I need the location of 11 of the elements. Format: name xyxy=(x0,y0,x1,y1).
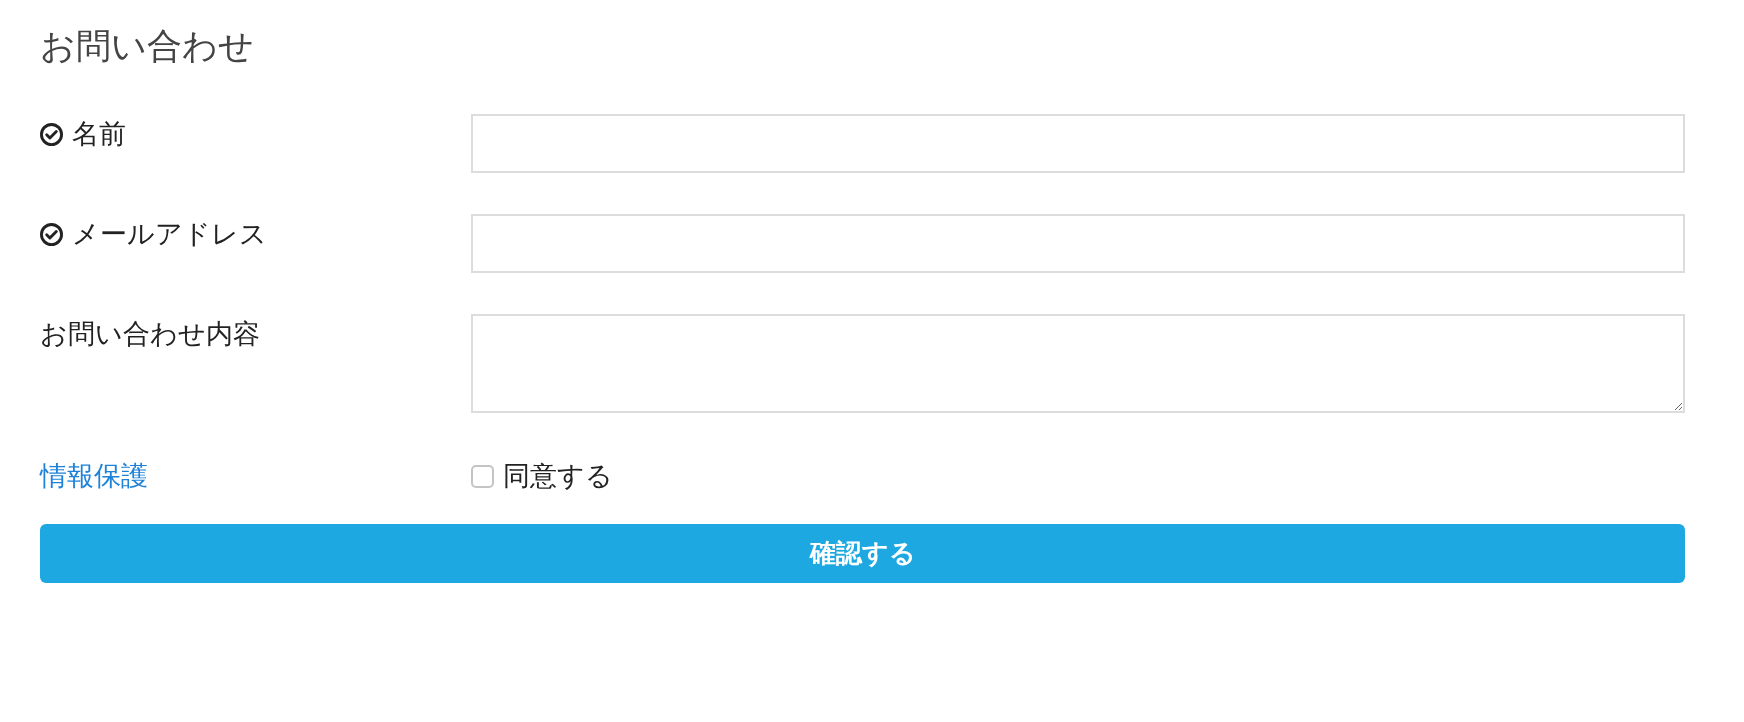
checkbox-label: 同意する xyxy=(503,460,613,493)
field-label: お問い合わせ内容 xyxy=(40,318,260,351)
textarea-field[interactable] xyxy=(471,314,1685,413)
confirm-button[interactable]: 確認する xyxy=(40,524,1685,583)
form-title: お問い合わせ xyxy=(40,25,255,67)
privacy-link[interactable]: 情報保護 xyxy=(40,456,148,496)
agree-checkbox[interactable] xyxy=(471,464,494,488)
field-label: 名前 xyxy=(72,118,126,151)
text-field[interactable] xyxy=(471,114,1685,173)
text-field[interactable] xyxy=(471,214,1685,273)
field-label: メールアドレス xyxy=(72,218,267,251)
